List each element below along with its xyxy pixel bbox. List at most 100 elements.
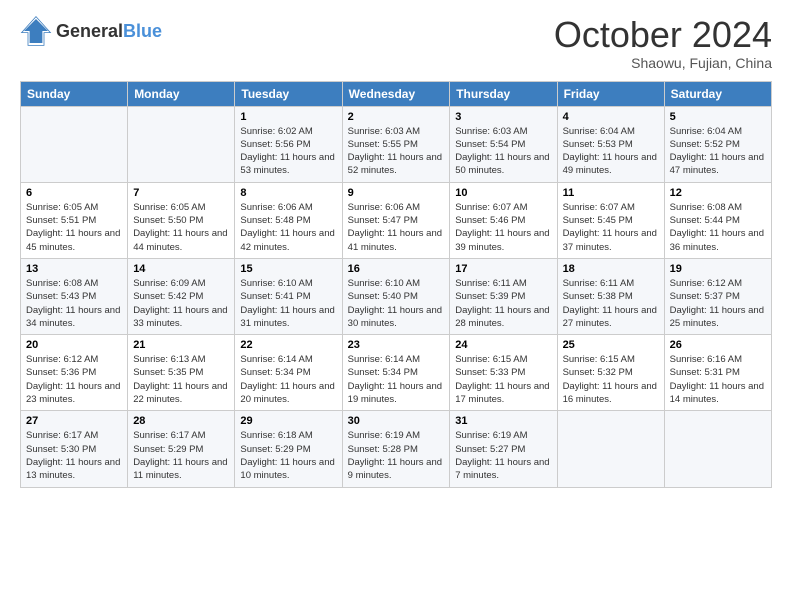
- day-info: Sunrise: 6:07 AMSunset: 5:45 PMDaylight:…: [563, 201, 659, 254]
- day-number: 13: [26, 263, 122, 275]
- day-cell: 27 Sunrise: 6:17 AMSunset: 5:30 PMDayligh…: [21, 411, 128, 487]
- day-number: 10: [455, 187, 551, 199]
- day-number: 26: [670, 339, 766, 351]
- day-number: 31: [455, 415, 551, 427]
- day-cell: 1Sunrise: 6:02 AMSunset: 5:56 PMDaylight…: [235, 106, 342, 182]
- week-row-3: 13 Sunrise: 6:08 AMSunset: 5:43 PMDayligh…: [21, 258, 772, 334]
- day-cell: 31Sunrise: 6:19 AMSunset: 5:27 PMDayligh…: [450, 411, 557, 487]
- day-cell: 26 Sunrise: 6:16 AMSunset: 5:31 PMDayligh…: [664, 335, 771, 411]
- day-cell: [21, 106, 128, 182]
- day-cell: 7 Sunrise: 6:05 AMSunset: 5:50 PMDaylight…: [128, 182, 235, 258]
- weekday-thursday: Thursday: [450, 81, 557, 106]
- day-info: Sunrise: 6:11 AMSunset: 5:38 PMDaylight:…: [563, 277, 659, 330]
- day-info: Sunrise: 6:17 AMSunset: 5:30 PMDaylight:…: [26, 429, 122, 482]
- weekday-sunday: Sunday: [21, 81, 128, 106]
- day-cell: 22 Sunrise: 6:14 AMSunset: 5:34 PMDayligh…: [235, 335, 342, 411]
- weekday-tuesday: Tuesday: [235, 81, 342, 106]
- day-cell: 16 Sunrise: 6:10 AMSunset: 5:40 PMDayligh…: [342, 258, 450, 334]
- day-number: 9: [348, 187, 445, 199]
- week-row-5: 27 Sunrise: 6:17 AMSunset: 5:30 PMDayligh…: [21, 411, 772, 487]
- day-cell: 10Sunrise: 6:07 AMSunset: 5:46 PMDayligh…: [450, 182, 557, 258]
- day-cell: [128, 106, 235, 182]
- day-number: 14: [133, 263, 229, 275]
- week-row-4: 20 Sunrise: 6:12 AMSunset: 5:36 PMDayligh…: [21, 335, 772, 411]
- day-number: 21: [133, 339, 229, 351]
- day-info: Sunrise: 6:14 AMSunset: 5:34 PMDaylight:…: [348, 353, 445, 406]
- weekday-friday: Friday: [557, 81, 664, 106]
- day-cell: 23 Sunrise: 6:14 AMSunset: 5:34 PMDayligh…: [342, 335, 450, 411]
- day-cell: 20 Sunrise: 6:12 AMSunset: 5:36 PMDayligh…: [21, 335, 128, 411]
- day-number: 23: [348, 339, 445, 351]
- day-cell: 2Sunrise: 6:03 AMSunset: 5:55 PMDaylight…: [342, 106, 450, 182]
- day-cell: 11 Sunrise: 6:07 AMSunset: 5:45 PMDayligh…: [557, 182, 664, 258]
- day-cell: 6 Sunrise: 6:05 AMSunset: 5:51 PMDaylight…: [21, 182, 128, 258]
- day-info: Sunrise: 6:05 AMSunset: 5:50 PMDaylight:…: [133, 201, 229, 254]
- day-info: Sunrise: 6:08 AMSunset: 5:43 PMDaylight:…: [26, 277, 122, 330]
- day-cell: 8 Sunrise: 6:06 AMSunset: 5:48 PMDaylight…: [235, 182, 342, 258]
- day-info: Sunrise: 6:03 AMSunset: 5:55 PMDaylight:…: [348, 125, 445, 178]
- weekday-header-row: SundayMondayTuesdayWednesdayThursdayFrid…: [21, 81, 772, 106]
- day-number: 22: [240, 339, 336, 351]
- day-cell: 9 Sunrise: 6:06 AMSunset: 5:47 PMDaylight…: [342, 182, 450, 258]
- weekday-saturday: Saturday: [664, 81, 771, 106]
- header: GeneralBlue October 2024 Shaowu, Fujian,…: [20, 15, 772, 71]
- day-number: 5: [670, 111, 766, 123]
- day-cell: 5 Sunrise: 6:04 AMSunset: 5:52 PMDaylight…: [664, 106, 771, 182]
- location-subtitle: Shaowu, Fujian, China: [554, 55, 772, 71]
- day-info: Sunrise: 6:09 AMSunset: 5:42 PMDaylight:…: [133, 277, 229, 330]
- day-cell: 14 Sunrise: 6:09 AMSunset: 5:42 PMDayligh…: [128, 258, 235, 334]
- day-info: Sunrise: 6:04 AMSunset: 5:53 PMDaylight:…: [563, 125, 659, 178]
- day-info: Sunrise: 6:11 AMSunset: 5:39 PMDaylight:…: [455, 277, 551, 330]
- day-info: Sunrise: 6:13 AMSunset: 5:35 PMDaylight:…: [133, 353, 229, 406]
- day-number: 20: [26, 339, 122, 351]
- day-number: 17: [455, 263, 551, 275]
- day-cell: 12Sunrise: 6:08 AMSunset: 5:44 PMDayligh…: [664, 182, 771, 258]
- month-title: October 2024: [554, 15, 772, 55]
- day-number: 25: [563, 339, 659, 351]
- day-number: 24: [455, 339, 551, 351]
- day-number: 3: [455, 111, 551, 123]
- day-info: Sunrise: 6:05 AMSunset: 5:51 PMDaylight:…: [26, 201, 122, 254]
- day-info: Sunrise: 6:15 AMSunset: 5:32 PMDaylight:…: [563, 353, 659, 406]
- day-number: 1: [240, 111, 336, 123]
- day-info: Sunrise: 6:10 AMSunset: 5:40 PMDaylight:…: [348, 277, 445, 330]
- day-cell: 3Sunrise: 6:03 AMSunset: 5:54 PMDaylight…: [450, 106, 557, 182]
- day-number: 8: [240, 187, 336, 199]
- day-number: 30: [348, 415, 445, 427]
- day-number: 4: [563, 111, 659, 123]
- day-info: Sunrise: 6:06 AMSunset: 5:47 PMDaylight:…: [348, 201, 445, 254]
- calendar-page: GeneralBlue October 2024 Shaowu, Fujian,…: [0, 0, 792, 612]
- day-cell: [557, 411, 664, 487]
- day-number: 11: [563, 187, 659, 199]
- day-info: Sunrise: 6:14 AMSunset: 5:34 PMDaylight:…: [240, 353, 336, 406]
- day-cell: 18Sunrise: 6:11 AMSunset: 5:38 PMDayligh…: [557, 258, 664, 334]
- day-cell: 25 Sunrise: 6:15 AMSunset: 5:32 PMDayligh…: [557, 335, 664, 411]
- day-number: 19: [670, 263, 766, 275]
- day-cell: 19 Sunrise: 6:12 AMSunset: 5:37 PMDayligh…: [664, 258, 771, 334]
- day-info: Sunrise: 6:18 AMSunset: 5:29 PMDaylight:…: [240, 429, 336, 482]
- weekday-wednesday: Wednesday: [342, 81, 450, 106]
- day-info: Sunrise: 6:04 AMSunset: 5:52 PMDaylight:…: [670, 125, 766, 178]
- day-info: Sunrise: 6:12 AMSunset: 5:36 PMDaylight:…: [26, 353, 122, 406]
- day-number: 16: [348, 263, 445, 275]
- day-cell: 13 Sunrise: 6:08 AMSunset: 5:43 PMDayligh…: [21, 258, 128, 334]
- day-info: Sunrise: 6:06 AMSunset: 5:48 PMDaylight:…: [240, 201, 336, 254]
- day-number: 27: [26, 415, 122, 427]
- logo-icon: [20, 15, 52, 47]
- day-cell: [664, 411, 771, 487]
- day-number: 29: [240, 415, 336, 427]
- day-info: Sunrise: 6:08 AMSunset: 5:44 PMDaylight:…: [670, 201, 766, 254]
- day-info: Sunrise: 6:19 AMSunset: 5:28 PMDaylight:…: [348, 429, 445, 482]
- day-number: 15: [240, 263, 336, 275]
- day-cell: 15Sunrise: 6:10 AMSunset: 5:41 PMDayligh…: [235, 258, 342, 334]
- day-cell: 29 Sunrise: 6:18 AMSunset: 5:29 PMDayligh…: [235, 411, 342, 487]
- day-info: Sunrise: 6:12 AMSunset: 5:37 PMDaylight:…: [670, 277, 766, 330]
- day-number: 28: [133, 415, 229, 427]
- title-block: October 2024 Shaowu, Fujian, China: [554, 15, 772, 71]
- week-row-2: 6 Sunrise: 6:05 AMSunset: 5:51 PMDaylight…: [21, 182, 772, 258]
- day-number: 6: [26, 187, 122, 199]
- day-info: Sunrise: 6:16 AMSunset: 5:31 PMDaylight:…: [670, 353, 766, 406]
- day-cell: 21 Sunrise: 6:13 AMSunset: 5:35 PMDayligh…: [128, 335, 235, 411]
- day-cell: 28Sunrise: 6:17 AMSunset: 5:29 PMDayligh…: [128, 411, 235, 487]
- day-number: 7: [133, 187, 229, 199]
